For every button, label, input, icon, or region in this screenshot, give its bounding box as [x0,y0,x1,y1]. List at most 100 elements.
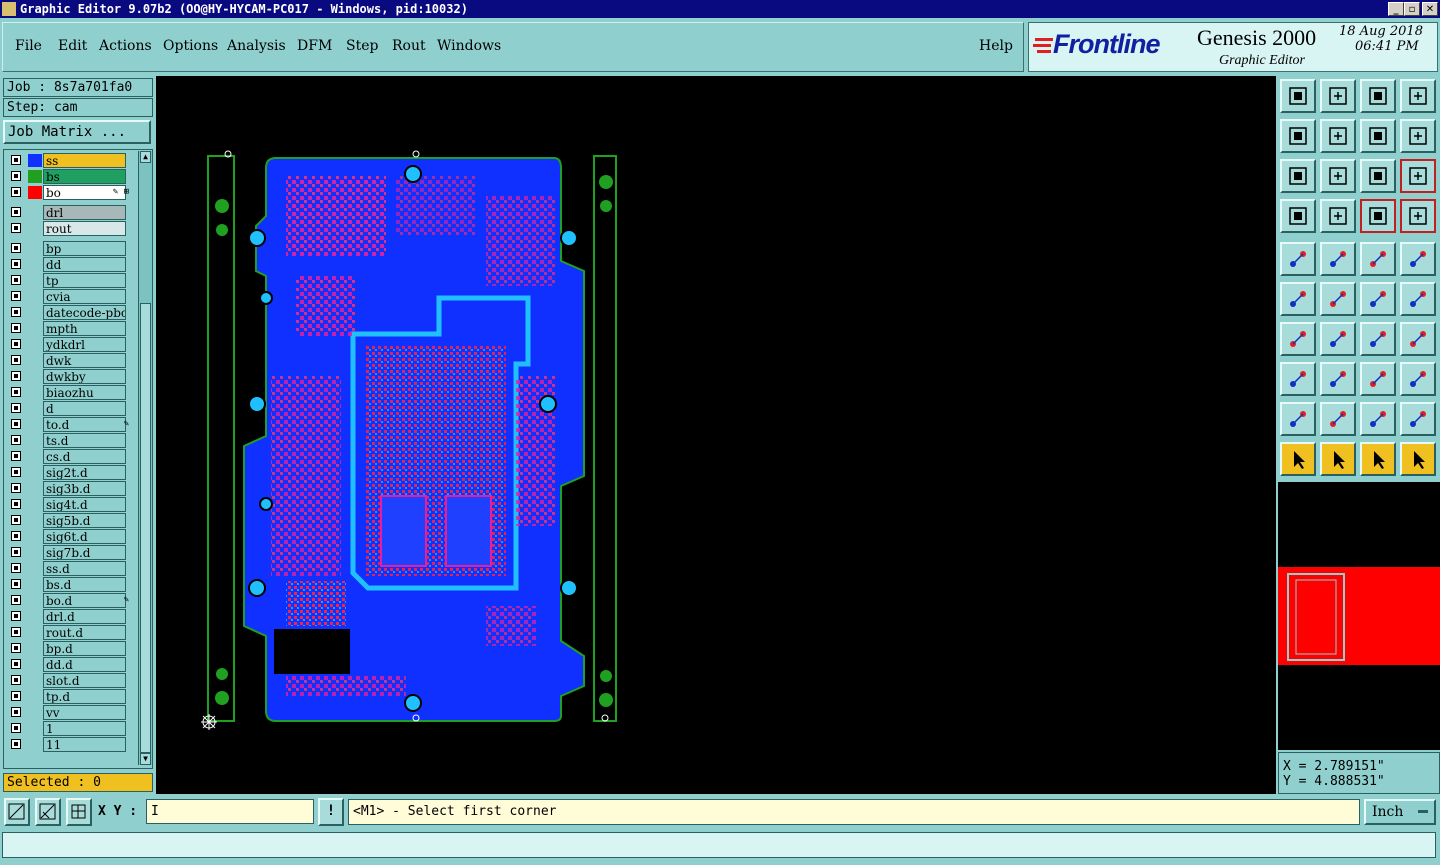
layer-checkbox[interactable] [11,243,21,253]
menu-dfm[interactable]: DFM [297,38,332,54]
snap-in-tool[interactable] [1280,119,1316,153]
layer-row-d[interactable]: d [8,401,128,416]
arc-tool[interactable] [1360,322,1396,356]
scroll-thumb[interactable] [140,303,151,753]
layer-color-swatch[interactable] [28,154,42,167]
layer-name[interactable]: sig3b.d [43,481,126,496]
layer-checkbox[interactable] [11,531,21,541]
help-query-tool[interactable] [1400,159,1436,193]
line-minus-tool[interactable] [1320,362,1356,396]
layer-checkbox[interactable] [11,595,21,605]
layer-row-ydkdrl[interactable]: ydkdrl [8,337,128,352]
single-layer-tool[interactable] [1320,199,1356,233]
menu-windows[interactable]: Windows [437,38,501,54]
layer-name[interactable]: sig5b.d [43,513,126,528]
job-matrix-button[interactable]: Job Matrix ... [3,120,151,144]
layer-row-dd[interactable]: dd [8,257,128,272]
layer-row-bs[interactable]: bs [8,169,128,184]
ruler-tool[interactable] [1360,242,1396,276]
layer-row-dwkby[interactable]: dwkby [8,369,128,384]
minimize-button[interactable]: _ [1388,2,1404,16]
layer-checkbox[interactable] [11,723,21,733]
layer-name[interactable]: biaozhu [43,385,126,400]
layer-row-vv[interactable]: vv [8,705,128,720]
layer-row-cs-d[interactable]: cs.d [8,449,128,464]
layer-name[interactable]: bp [43,241,126,256]
layer-name[interactable]: ss [43,153,126,168]
layer-name[interactable]: to.d [43,417,126,432]
scroll-up-button[interactable]: ▲ [140,151,151,163]
layer-checkbox[interactable] [11,259,21,269]
menu-step[interactable]: Step [346,38,378,54]
graphic-canvas[interactable] [156,76,1276,794]
layer-row-slot-d[interactable]: slot.d [8,673,128,688]
layer-row-to-d[interactable]: to.d ✎ [8,417,129,432]
menu-analysis[interactable]: Analysis [227,38,286,54]
layer-row-bo-d[interactable]: bo.d ✎ [8,593,129,608]
layer-checkbox[interactable] [11,739,21,749]
pointer-circle-tool[interactable] [1360,442,1396,476]
measure-tool[interactable] [1360,362,1396,396]
layer-name[interactable]: dd [43,257,126,272]
layer-name[interactable]: sig4t.d [43,497,126,512]
layer-checkbox[interactable] [11,563,21,573]
layer-row-ss[interactable]: ss [8,153,128,168]
layer-checkbox[interactable] [11,515,21,525]
layer-checkbox[interactable] [11,659,21,669]
layer-row-ts-d[interactable]: ts.d [8,433,128,448]
layer-checkbox[interactable] [11,339,21,349]
layer-checkbox[interactable] [11,691,21,701]
menu-help[interactable]: Help [979,38,1013,54]
menu-edit[interactable]: Edit [58,38,87,54]
layer-row-tp[interactable]: tp [8,273,128,288]
layer-name[interactable]: mpth [43,321,126,336]
overview-panel[interactable] [1278,482,1440,750]
layer-row-bp[interactable]: bp [8,241,128,256]
layer-name[interactable]: sig2t.d [43,465,126,480]
layer-checkbox[interactable] [11,707,21,717]
layer-row-tp-d[interactable]: tp.d [8,689,128,704]
menu-file[interactable]: File [15,38,42,54]
layer-row-sig4t-d[interactable]: sig4t.d [8,497,128,512]
layer-name[interactable]: dd.d [43,657,126,672]
layer-color-swatch[interactable] [28,170,42,183]
layer-row-sig6t-d[interactable]: sig6t.d [8,529,128,544]
angle-tool[interactable] [1280,322,1316,356]
layer-row-rout-d[interactable]: rout.d [8,625,128,640]
layer-name[interactable]: d [43,401,126,416]
layer-row-bp-d[interactable]: bp.d [8,641,128,656]
grid-button[interactable] [66,798,92,826]
layer-name[interactable]: cs.d [43,449,126,464]
layer-name[interactable]: ydkdrl [43,337,126,352]
layer-name[interactable]: dwkby [43,369,126,384]
flip-text-tool[interactable] [1400,322,1436,356]
menu-options[interactable]: Options [163,38,218,54]
feature-select-tool[interactable] [1280,242,1316,276]
layer-row-rout[interactable]: rout [8,221,128,236]
features-filter-tool[interactable] [1280,199,1316,233]
layer-name[interactable]: sig7b.d [43,545,126,560]
layer-name[interactable]: drl [43,205,126,220]
layer-name[interactable]: rout.d [43,625,126,640]
layer-checkbox[interactable] [11,187,21,197]
triangle-a-tool[interactable] [1320,402,1356,436]
layer-row-sig3b-d[interactable]: sig3b.d [8,481,128,496]
layer-row-11[interactable]: 11 [8,737,128,752]
layer-checkbox[interactable] [11,223,21,233]
layer-name[interactable]: 11 [43,737,126,752]
layer-name[interactable]: dwk [43,353,126,368]
layer-checkbox[interactable] [11,675,21,685]
layer-checkbox[interactable] [11,171,21,181]
layer-name[interactable]: 1 [43,721,126,736]
layer-checkbox[interactable] [11,467,21,477]
zoom-fit-tool[interactable] [1280,159,1316,193]
home-tool[interactable] [1360,79,1396,113]
layer-checkbox[interactable] [11,483,21,493]
layer-row-bs-d[interactable]: bs.d [8,577,128,592]
redraw-tool[interactable] [1400,119,1436,153]
layer-name[interactable]: bo.d [43,593,126,608]
layer-checkbox[interactable] [11,611,21,621]
line-tool[interactable] [1320,322,1356,356]
snap-out-tool[interactable] [1320,119,1356,153]
layer-row-sig5b-d[interactable]: sig5b.d [8,513,128,528]
